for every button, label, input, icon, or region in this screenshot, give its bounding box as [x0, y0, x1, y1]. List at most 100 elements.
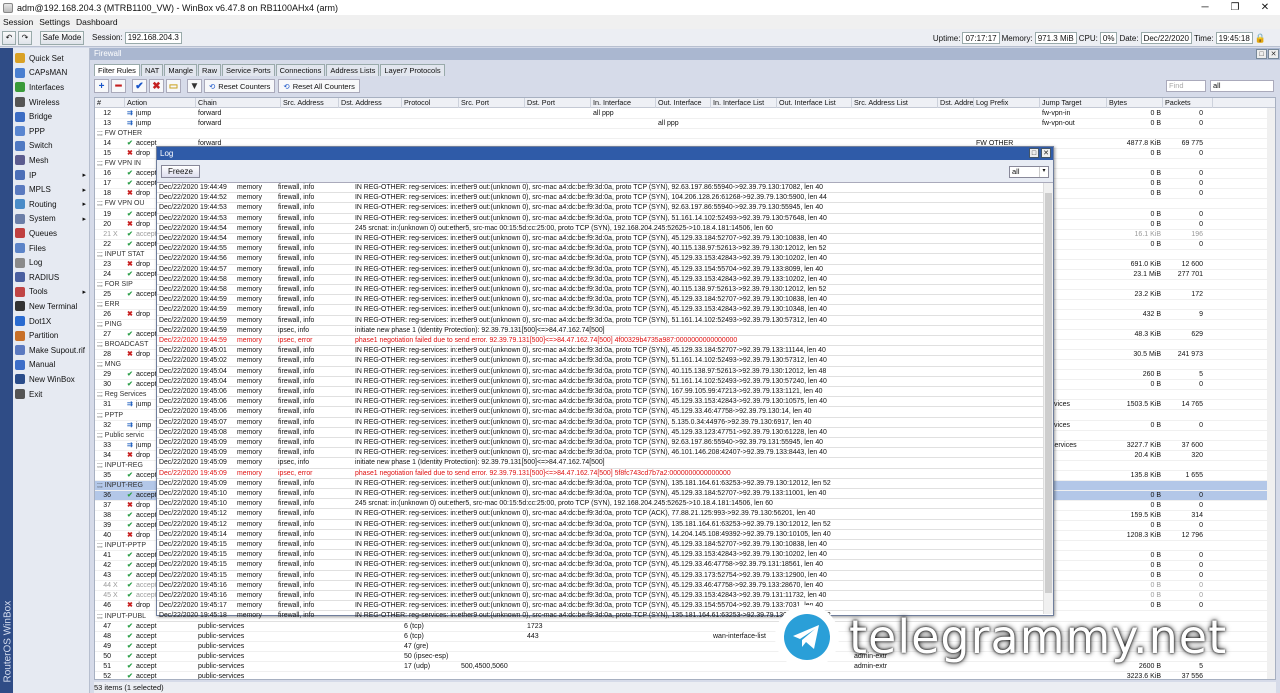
- sidebar-item-quick-set[interactable]: Quick Set: [14, 51, 90, 66]
- menu-settings[interactable]: Settings: [36, 17, 73, 27]
- tab-address-lists[interactable]: Address Lists: [326, 64, 380, 76]
- sidebar-item-ip[interactable]: IP ▸: [14, 168, 90, 183]
- log-entry[interactable]: Dec/22/2020 19:45:15 memory firewall, info…: [157, 560, 1043, 571]
- column-header[interactable]: Dst. Address List: [938, 98, 974, 108]
- log-entry[interactable]: Dec/22/2020 19:44:56 memory firewall, info…: [157, 254, 1043, 265]
- log-entry[interactable]: Dec/22/2020 19:44:49 memory firewall, info…: [157, 183, 1043, 194]
- menu-session[interactable]: Session: [0, 17, 36, 27]
- log-close-button[interactable]: ✕: [1041, 148, 1051, 158]
- log-entry[interactable]: Dec/22/2020 19:45:04 memory firewall, info…: [157, 377, 1043, 387]
- tab-mangle[interactable]: Mangle: [164, 64, 197, 76]
- sidebar-item-capsman[interactable]: CAPsMAN: [14, 66, 90, 81]
- log-entry[interactable]: Dec/22/2020 19:45:09 memory ipsec, info ini…: [157, 458, 1043, 469]
- log-entry[interactable]: Dec/22/2020 19:45:06 memory firewall, info…: [157, 407, 1043, 418]
- log-entry[interactable]: Dec/22/2020 19:45:12 memory firewall, info…: [157, 509, 1043, 520]
- sidebar-item-ppp[interactable]: PPP: [14, 124, 90, 139]
- enable-button[interactable]: ✔: [132, 79, 147, 93]
- log-entry[interactable]: Dec/22/2020 19:45:09 memory ipsec, error ph…: [157, 469, 1043, 479]
- column-header[interactable]: #: [95, 98, 125, 108]
- sidebar-item-switch[interactable]: Switch: [14, 139, 90, 154]
- firewall-close-button[interactable]: ✕: [1268, 49, 1279, 59]
- column-header[interactable]: Out. Interface List: [777, 98, 852, 108]
- column-header[interactable]: In. Interface: [591, 98, 656, 108]
- log-entry[interactable]: Dec/22/2020 19:44:59 memory ipsec, info ini…: [157, 326, 1043, 336]
- log-entry[interactable]: Dec/22/2020 19:45:16 memory firewall, info…: [157, 591, 1043, 602]
- log-entry[interactable]: Dec/22/2020 19:44:59 memory ipsec, error ph…: [157, 336, 1043, 347]
- column-header[interactable]: Action: [125, 98, 196, 108]
- log-scroll-thumb[interactable]: [1045, 193, 1052, 593]
- filter-button[interactable]: ▼: [187, 79, 202, 93]
- log-entry[interactable]: Dec/22/2020 19:45:07 memory firewall, info…: [157, 418, 1043, 428]
- column-header[interactable]: Src. Port: [459, 98, 525, 108]
- sidebar-item-routing[interactable]: Routing ▸: [14, 197, 90, 212]
- maximize-button[interactable]: ❐: [1220, 0, 1250, 15]
- column-header[interactable]: Src. Address List: [852, 98, 938, 108]
- sidebar-item-mesh[interactable]: Mesh: [14, 153, 90, 168]
- comment-button[interactable]: ▭: [166, 79, 181, 93]
- log-entry[interactable]: Dec/22/2020 19:44:59 memory firewall, info…: [157, 295, 1043, 306]
- log-entry[interactable]: Dec/22/2020 19:44:54 memory firewall, info…: [157, 234, 1043, 245]
- log-entry[interactable]: Dec/22/2020 19:45:10 memory firewall, info…: [157, 489, 1043, 500]
- column-header[interactable]: Protocol: [402, 98, 459, 108]
- log-filter-select[interactable]: all ▾: [1009, 166, 1049, 178]
- add-button[interactable]: +: [94, 79, 109, 93]
- column-header[interactable]: Dst. Address: [339, 98, 402, 108]
- log-entry[interactable]: Dec/22/2020 19:45:06 memory firewall, info…: [157, 387, 1043, 398]
- column-header[interactable]: Out. Interface: [656, 98, 711, 108]
- log-entry[interactable]: Dec/22/2020 19:45:02 memory firewall, info…: [157, 356, 1043, 367]
- sidebar-item-interfaces[interactable]: Interfaces: [14, 80, 90, 95]
- log-entry[interactable]: Dec/22/2020 19:44:52 memory firewall, info…: [157, 193, 1043, 204]
- safe-mode-button[interactable]: Safe Mode: [40, 30, 84, 45]
- column-header[interactable]: Bytes: [1107, 98, 1163, 108]
- table-row[interactable]: 52 ✔ accept public-services 3223.6 KiB 37 556: [95, 672, 1275, 679]
- tab-nat[interactable]: NAT: [140, 64, 164, 76]
- column-header[interactable]: Src. Address: [281, 98, 339, 108]
- log-entry[interactable]: Dec/22/2020 19:45:12 memory firewall, info…: [157, 520, 1043, 530]
- log-entry[interactable]: Dec/22/2020 19:44:58 memory firewall, info…: [157, 285, 1043, 296]
- sidebar-item-new-winbox[interactable]: New WinBox: [14, 372, 90, 387]
- log-entry[interactable]: Dec/22/2020 19:44:55 memory firewall, info…: [157, 244, 1043, 255]
- menu-dashboard[interactable]: Dashboard: [73, 17, 121, 27]
- log-entry[interactable]: Dec/22/2020 19:45:09 memory firewall, info…: [157, 479, 1043, 489]
- comment-row[interactable]: ;;; FW OTHER: [95, 129, 1275, 140]
- tab-raw[interactable]: Raw: [198, 64, 222, 76]
- sidebar-item-dot1x[interactable]: Dot1X: [14, 314, 90, 329]
- sidebar-item-make-supout-rif[interactable]: Make Supout.rif: [14, 343, 90, 358]
- reset-counters-button[interactable]: ⟲ Reset Counters: [204, 79, 276, 93]
- log-entry[interactable]: Dec/22/2020 19:44:57 memory firewall, info…: [157, 265, 1043, 275]
- column-header[interactable]: Chain: [196, 98, 281, 108]
- sidebar-item-mpls[interactable]: MPLS ▸: [14, 182, 90, 197]
- reset-all-counters-button[interactable]: ⟲ Reset All Counters: [278, 79, 360, 93]
- tab-layer7-protocols[interactable]: Layer7 Protocols: [380, 64, 445, 76]
- tab-connections[interactable]: Connections: [275, 64, 326, 76]
- log-entry[interactable]: Dec/22/2020 19:44:53 memory firewall, info…: [157, 203, 1043, 214]
- minimize-button[interactable]: ─: [1190, 0, 1220, 15]
- sidebar-item-system[interactable]: System ▸: [14, 212, 90, 227]
- log-entry[interactable]: Dec/22/2020 19:45:01 memory firewall, info…: [157, 346, 1043, 357]
- log-maximize-button[interactable]: □: [1029, 148, 1039, 158]
- log-entry[interactable]: Dec/22/2020 19:44:59 memory firewall, info…: [157, 305, 1043, 316]
- firewall-maximize-button[interactable]: □: [1256, 49, 1267, 59]
- sidebar-item-partition[interactable]: Partition: [14, 328, 90, 343]
- table-scrollbar[interactable]: [1267, 108, 1275, 679]
- column-header[interactable]: In. Interface List: [711, 98, 777, 108]
- redo-button[interactable]: ↷: [18, 30, 32, 45]
- log-entry[interactable]: Dec/22/2020 19:45:06 memory firewall, info…: [157, 397, 1043, 408]
- log-entry[interactable]: Dec/22/2020 19:45:14 memory firewall, info…: [157, 530, 1043, 540]
- freeze-button[interactable]: Freeze: [161, 165, 200, 178]
- log-entry[interactable]: Dec/22/2020 19:45:10 memory firewall, info…: [157, 499, 1043, 510]
- sidebar-item-exit[interactable]: Exit: [14, 387, 90, 402]
- sidebar-item-radius[interactable]: RADIUS: [14, 270, 90, 285]
- sidebar-item-tools[interactable]: Tools ▸: [14, 285, 90, 300]
- find-input[interactable]: Find: [1166, 80, 1206, 92]
- table-row[interactable]: 12 ⇉ jump forward all ppp fw-vpn-in 0 B 0: [95, 109, 1275, 119]
- log-entry[interactable]: Dec/22/2020 19:45:09 memory firewall, info…: [157, 438, 1043, 449]
- sidebar-item-queues[interactable]: Queues: [14, 226, 90, 241]
- log-entry[interactable]: Dec/22/2020 19:44:53 memory firewall, info…: [157, 214, 1043, 224]
- sidebar-item-log[interactable]: Log: [14, 255, 90, 270]
- log-entry[interactable]: Dec/22/2020 19:44:59 memory firewall, info…: [157, 316, 1043, 326]
- log-entry[interactable]: Dec/22/2020 19:45:09 memory firewall, info…: [157, 448, 1043, 459]
- column-header[interactable]: Packets: [1163, 98, 1213, 108]
- session-field[interactable]: 192.168.204.3: [124, 31, 182, 44]
- remove-button[interactable]: ━: [111, 79, 126, 93]
